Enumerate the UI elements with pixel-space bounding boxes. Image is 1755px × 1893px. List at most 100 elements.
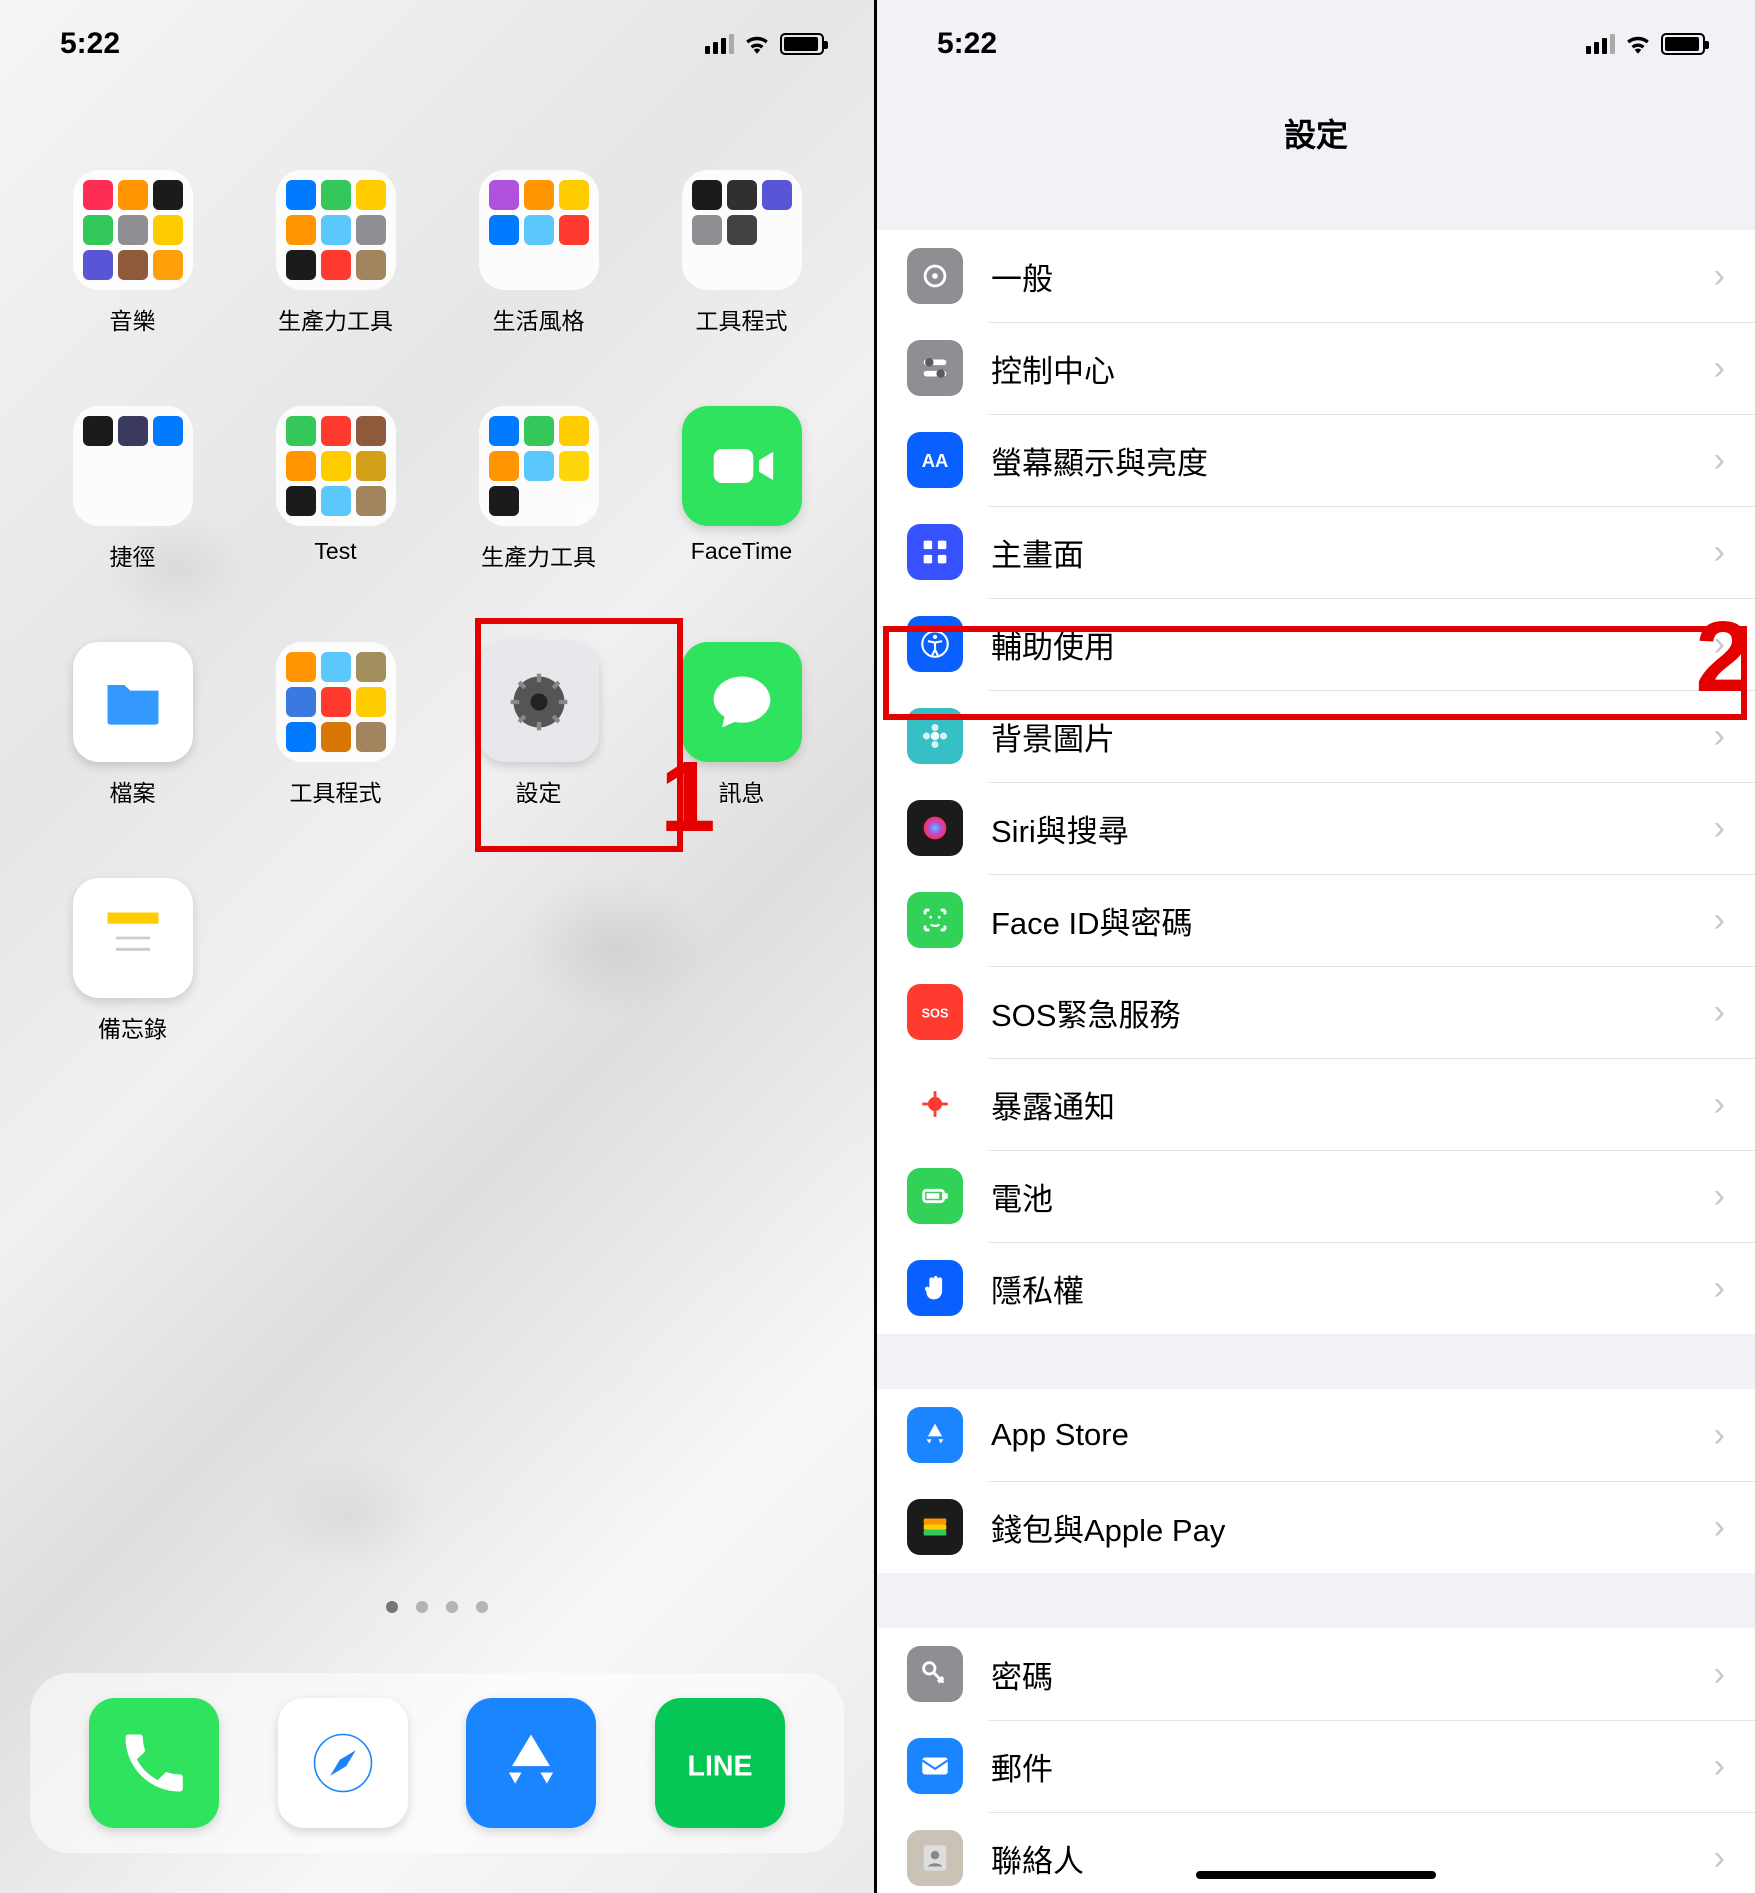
settings-row-appstore2[interactable]: App Store›	[877, 1389, 1755, 1481]
settings-row-switches[interactable]: 控制中心›	[877, 322, 1755, 414]
wifi-icon	[1625, 34, 1651, 54]
settings-label: 密碼	[991, 1652, 1714, 1697]
settings-row-faceid[interactable]: Face ID與密碼›	[877, 874, 1755, 966]
status-bar: 5:22	[0, 0, 874, 88]
chevron-right-icon: ›	[1714, 257, 1725, 296]
aa-icon: AA	[907, 432, 963, 488]
chevron-right-icon: ›	[1714, 993, 1725, 1032]
app-生活風格[interactable]: 生活風格	[456, 170, 621, 336]
settings-row-mail[interactable]: 郵件›	[877, 1720, 1755, 1812]
annotation-1: 1	[660, 740, 716, 855]
settings-label: 郵件	[991, 1744, 1714, 1789]
app-label: 生產力工具	[481, 538, 596, 572]
switches-icon	[907, 340, 963, 396]
hand-icon	[907, 1260, 963, 1316]
appstore2-icon	[907, 1407, 963, 1463]
chevron-right-icon: ›	[1714, 901, 1725, 940]
battery-icon	[907, 1168, 963, 1224]
settings-row-battery[interactable]: 電池›	[877, 1150, 1755, 1242]
settings-label: 電池	[991, 1174, 1714, 1219]
chevron-right-icon: ›	[1714, 1269, 1725, 1308]
settings-list[interactable]: 一般›控制中心›AA螢幕顯示與亮度›主畫面›輔助使用›背景圖片›Siri與搜尋›…	[877, 230, 1755, 1893]
safari-app[interactable]	[278, 1698, 408, 1828]
chevron-right-icon: ›	[1714, 1416, 1725, 1455]
settings-title: 設定	[877, 110, 1755, 156]
chevron-right-icon: ›	[1714, 349, 1725, 388]
settings-label: 控制中心	[991, 346, 1714, 391]
folder-icon	[276, 642, 396, 762]
app-捷徑[interactable]: 捷徑	[50, 406, 215, 572]
line-app[interactable]: LINE	[655, 1698, 785, 1828]
settings-label: 背景圖片	[991, 714, 1714, 759]
wifi-icon	[744, 34, 770, 54]
page-indicator[interactable]	[0, 1601, 874, 1613]
app-label: 檔案	[110, 774, 156, 808]
wallet-icon	[907, 1499, 963, 1555]
signal-icon	[1586, 34, 1615, 54]
folder-icon	[276, 170, 396, 290]
settings-label: Face ID與密碼	[991, 898, 1714, 943]
app-label: 生活風格	[493, 302, 585, 336]
settings-row-wallet[interactable]: 錢包與Apple Pay›	[877, 1481, 1755, 1573]
mail-icon	[907, 1738, 963, 1794]
annotation-2: 2	[1695, 600, 1751, 715]
covid-icon	[907, 1076, 963, 1132]
highlight-1	[475, 618, 683, 852]
settings-row-sos[interactable]: SOS SOS緊急服務›	[877, 966, 1755, 1058]
battery-icon	[780, 33, 824, 55]
chevron-right-icon: ›	[1714, 1177, 1725, 1216]
files-icon	[73, 642, 193, 762]
signal-icon	[705, 34, 734, 54]
app-label: FaceTime	[691, 538, 792, 565]
chevron-right-icon: ›	[1714, 1747, 1725, 1786]
chevron-right-icon: ›	[1714, 1839, 1725, 1878]
folder-icon	[276, 406, 396, 526]
home-indicator[interactable]	[1196, 1871, 1436, 1879]
settings-row-siri[interactable]: Siri與搜尋›	[877, 782, 1755, 874]
phone-app[interactable]	[89, 1698, 219, 1828]
folder-icon	[682, 170, 802, 290]
app-FaceTime[interactable]: FaceTime	[659, 406, 824, 572]
settings-row-contacts[interactable]: 聯絡人›	[877, 1812, 1755, 1893]
sos-icon: SOS	[907, 984, 963, 1040]
app-生產力工具[interactable]: 生產力工具	[456, 406, 621, 572]
settings-label: App Store	[991, 1417, 1714, 1453]
dock: LINE	[30, 1673, 844, 1853]
settings-row-key[interactable]: 密碼›	[877, 1628, 1755, 1720]
status-bar: 5:22	[877, 0, 1755, 88]
settings-label: 主畫面	[991, 530, 1714, 575]
settings-label: 錢包與Apple Pay	[991, 1505, 1714, 1550]
app-生產力工具[interactable]: 生產力工具	[253, 170, 418, 336]
notes-icon	[73, 878, 193, 998]
settings-row-grid[interactable]: 主畫面›	[877, 506, 1755, 598]
folder-icon	[73, 170, 193, 290]
status-time: 5:22	[937, 27, 997, 61]
app-label: 捷徑	[110, 538, 156, 572]
app-Test[interactable]: Test	[253, 406, 418, 572]
settings-row-aa[interactable]: AA螢幕顯示與亮度›	[877, 414, 1755, 506]
settings-label: SOS緊急服務	[991, 990, 1714, 1035]
settings-row-hand[interactable]: 隱私權›	[877, 1242, 1755, 1334]
app-工具程式[interactable]: 工具程式	[253, 642, 418, 808]
app-檔案[interactable]: 檔案	[50, 642, 215, 808]
app-工具程式[interactable]: 工具程式	[659, 170, 824, 336]
settings-label: 一般	[991, 254, 1714, 299]
app-音樂[interactable]: 音樂	[50, 170, 215, 336]
chevron-right-icon: ›	[1714, 441, 1725, 480]
folder-icon	[479, 406, 599, 526]
svg-text:AA: AA	[922, 450, 949, 471]
settings-label: 隱私權	[991, 1266, 1714, 1311]
highlight-2	[883, 626, 1747, 720]
chevron-right-icon: ›	[1714, 533, 1725, 572]
grid-icon	[907, 524, 963, 580]
app-備忘錄[interactable]: 備忘錄	[50, 878, 215, 1044]
facetime-icon	[682, 406, 802, 526]
appstore-app[interactable]	[466, 1698, 596, 1828]
chevron-right-icon: ›	[1714, 717, 1725, 756]
svg-text:LINE: LINE	[688, 1751, 753, 1783]
svg-text:SOS: SOS	[922, 1006, 949, 1021]
contacts-icon	[907, 1830, 963, 1886]
chevron-right-icon: ›	[1714, 809, 1725, 848]
settings-row-gear[interactable]: 一般›	[877, 230, 1755, 322]
settings-row-covid[interactable]: 暴露通知›	[877, 1058, 1755, 1150]
